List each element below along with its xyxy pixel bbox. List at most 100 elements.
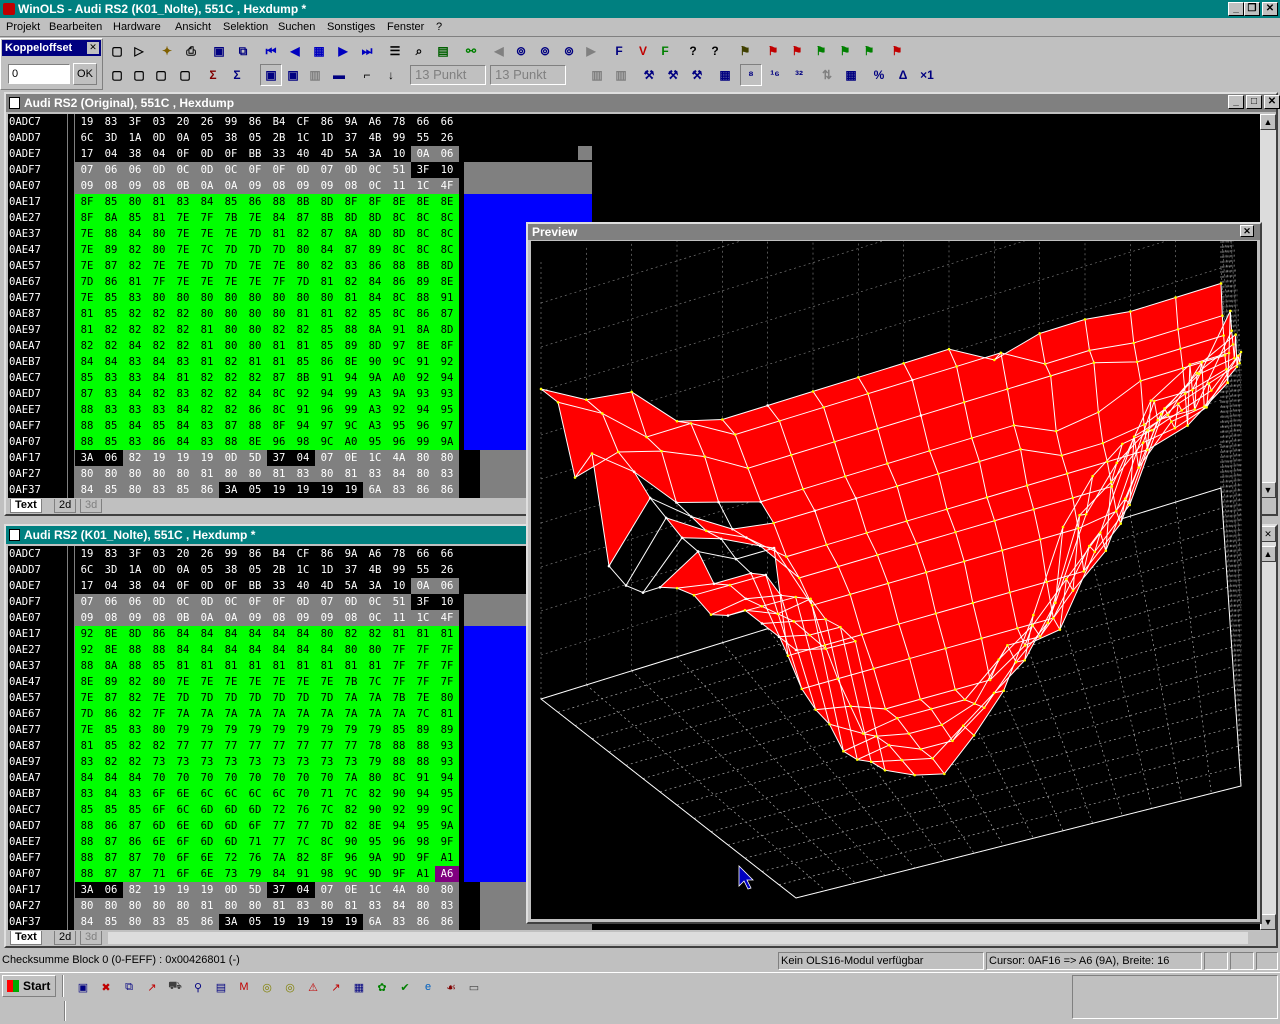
hex-byte[interactable]: 0A [219, 178, 243, 194]
hex-byte[interactable]: 6C [195, 786, 219, 802]
hex-byte[interactable]: 3F [411, 162, 435, 178]
tool-icon-3[interactable]: ⚒ [686, 64, 708, 86]
grid-icon[interactable]: ▦ [308, 40, 330, 62]
hex-byte[interactable]: 79 [195, 722, 219, 738]
hex-byte[interactable]: 84 [315, 242, 339, 258]
hex-byte[interactable]: 73 [147, 754, 171, 770]
hex-byte[interactable]: A1 [435, 850, 459, 866]
hex-byte[interactable]: 82 [123, 258, 147, 274]
hex-byte[interactable]: 1C [291, 562, 315, 578]
hex-byte[interactable]: 9A [435, 434, 459, 450]
hex-byte[interactable]: 85 [315, 338, 339, 354]
hex-row[interactable]: 0AE07 09 08 09 08 0B 0A 0A 09 08 09 09 08 0C 11 1C 4F [8, 610, 468, 626]
hex-byte[interactable]: 0A [195, 178, 219, 194]
hex-byte[interactable]: 87 [339, 242, 363, 258]
hex-byte[interactable]: 94 [291, 418, 315, 434]
hex-byte[interactable]: 08 [99, 178, 123, 194]
hex-byte[interactable]: 8D [387, 226, 411, 242]
hex-byte[interactable]: 82 [99, 338, 123, 354]
hex-byte[interactable]: 80 [411, 898, 435, 914]
hex-byte[interactable]: 85 [99, 802, 123, 818]
hex-byte[interactable]: 7A [339, 690, 363, 706]
hex-byte[interactable]: 96 [387, 834, 411, 850]
hex-byte[interactable]: 77 [291, 818, 315, 834]
hex-byte[interactable]: 7D [315, 690, 339, 706]
hex-byte[interactable]: 7E [411, 690, 435, 706]
hex-byte[interactable]: 82 [147, 338, 171, 354]
hex-byte[interactable]: 17 [75, 578, 99, 594]
flash-icon-5[interactable]: ⚑ [834, 40, 856, 62]
hex-byte[interactable]: 88 [75, 418, 99, 434]
hex-byte[interactable]: 73 [219, 866, 243, 882]
hex-byte[interactable]: 06 [99, 882, 123, 898]
hex-byte[interactable]: 93 [435, 386, 459, 402]
grid-view-icon[interactable]: ▦ [714, 64, 736, 86]
hex-byte[interactable]: 99 [411, 434, 435, 450]
hex-byte[interactable]: 83 [171, 354, 195, 370]
hex-byte[interactable]: 09 [123, 610, 147, 626]
hex-byte[interactable]: A0 [339, 434, 363, 450]
hex-byte[interactable]: 7F [411, 642, 435, 658]
paste-special-icon[interactable]: ▢ [150, 64, 172, 86]
hex-byte[interactable]: 80 [315, 290, 339, 306]
hex-byte[interactable]: 84 [195, 642, 219, 658]
hex-byte[interactable]: 6D [219, 802, 243, 818]
hex-byte[interactable]: 03 [147, 546, 171, 562]
hex-byte[interactable]: 19 [195, 450, 219, 466]
table-icon-2[interactable]: ▥ [610, 64, 632, 86]
hex-byte[interactable]: 1C [363, 450, 387, 466]
copy-icon[interactable]: ▢ [106, 64, 128, 86]
hex-byte[interactable]: 66 [435, 114, 459, 130]
hex-byte[interactable]: 98 [315, 866, 339, 882]
tab-2d[interactable]: 2d [54, 931, 77, 945]
hex-byte[interactable]: 4F [435, 610, 459, 626]
hex-byte[interactable]: 99 [219, 546, 243, 562]
hex-byte[interactable]: 11 [387, 178, 411, 194]
hex-byte[interactable]: 7F [435, 658, 459, 674]
hex-byte[interactable]: 7D [243, 690, 267, 706]
hex-byte[interactable]: 8D [123, 626, 147, 642]
hex-byte[interactable]: 82 [123, 242, 147, 258]
hex-byte[interactable]: 84 [315, 642, 339, 658]
view-4-icon[interactable]: ▬ [328, 64, 350, 86]
hex-byte[interactable]: 82 [147, 386, 171, 402]
hex-byte[interactable]: 8F [435, 338, 459, 354]
hex-byte[interactable]: 78 [387, 546, 411, 562]
width-8-icon[interactable]: ⁸ [740, 64, 762, 86]
hex-byte[interactable]: 95 [363, 834, 387, 850]
hex-byte[interactable]: 95 [435, 402, 459, 418]
hex-byte[interactable]: 8C [411, 210, 435, 226]
hex-row[interactable]: 0AE07 09 08 09 08 0B 0A 0A 09 08 09 09 08 0C 11 1C 4F [8, 178, 468, 194]
hex-row[interactable]: 0AEC7 85 85 85 6F 6C 6D 6D 6D 72 76 7C 82 90 92 99 9C [8, 802, 468, 818]
hex-byte[interactable]: 0F [243, 162, 267, 178]
quicklaunch-icon-5[interactable]: ⛟ [166, 978, 184, 996]
hex-row[interactable]: 0AE57 7E 87 82 7E 7E 7D 7D 7E 7E 80 82 83 86 88 8B 8D [8, 258, 468, 274]
hex-byte[interactable]: 7A [339, 706, 363, 722]
hex-byte[interactable]: 84 [291, 626, 315, 642]
hex-byte[interactable]: 81 [267, 466, 291, 482]
hex-byte[interactable]: 80 [123, 482, 147, 498]
hex-byte[interactable]: 0C [171, 594, 195, 610]
hex-byte[interactable]: 85 [363, 306, 387, 322]
hex-byte[interactable]: 88 [123, 658, 147, 674]
hex-byte[interactable]: 83 [123, 354, 147, 370]
hex-byte[interactable]: 91 [411, 354, 435, 370]
hex-byte[interactable]: 81 [75, 306, 99, 322]
hex-byte[interactable]: 7F [195, 210, 219, 226]
hex-byte[interactable]: 80 [147, 898, 171, 914]
hex-byte[interactable]: A6 [363, 114, 387, 130]
hex-byte[interactable]: 5D [243, 882, 267, 898]
hex-byte[interactable]: 09 [291, 610, 315, 626]
quicklaunch-icon-13[interactable]: ▦ [350, 978, 368, 996]
hex-byte[interactable]: 37 [267, 450, 291, 466]
hex-byte[interactable]: 82 [147, 738, 171, 754]
hex-byte[interactable]: 7E [75, 722, 99, 738]
hex-byte[interactable]: 84 [267, 642, 291, 658]
hex-byte[interactable]: 8C [387, 242, 411, 258]
hex-byte[interactable]: 87 [123, 866, 147, 882]
hex-byte[interactable]: 7F [147, 706, 171, 722]
hex-byte[interactable]: BB [243, 146, 267, 162]
hex-byte[interactable]: 88 [147, 642, 171, 658]
hex-byte[interactable]: 84 [387, 466, 411, 482]
hex-byte[interactable]: 9F [435, 834, 459, 850]
